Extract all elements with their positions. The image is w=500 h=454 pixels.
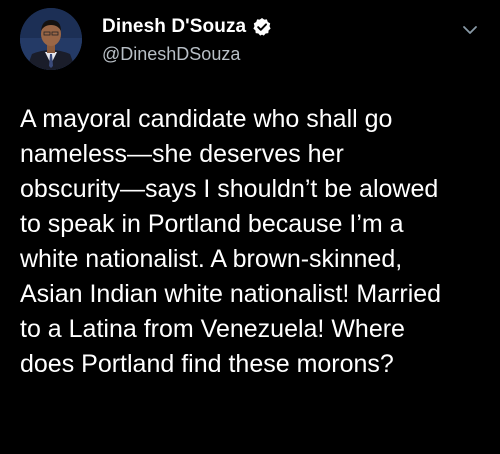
author-display-name[interactable]: Dinesh D'Souza <box>102 16 246 38</box>
tweet-text-line: white nationalist. A brown-skinned, <box>20 245 403 273</box>
tweet-text-line: to speak in Portland because I’m a <box>20 210 404 238</box>
tweet-header: Dinesh D'Souza @DineshDSouza <box>20 8 480 78</box>
chevron-down-icon[interactable] <box>460 20 480 40</box>
author-handle[interactable]: @DineshDSouza <box>102 44 272 65</box>
tweet-text-line: to a Latina from Venezuela! Where <box>20 315 405 343</box>
tweet-text-line: Asian Indian white nationalist! Married <box>20 280 442 308</box>
tweet-text-line: nameless—she deserves her <box>20 140 344 168</box>
avatar-image <box>20 8 82 70</box>
tweet-card: Dinesh D'Souza @DineshDSouza A mayoral c… <box>0 0 500 454</box>
tweet-text-line: obscurity—says I shouldn’t be alowed <box>20 175 439 203</box>
tweet-text-line: A mayoral candidate who shall go <box>20 105 393 133</box>
tweet-text-line: does Portland find these morons? <box>20 350 394 378</box>
avatar[interactable] <box>20 8 82 70</box>
author-name-row: Dinesh D'Souza <box>102 14 272 40</box>
verified-badge-icon <box>252 17 272 37</box>
tweet-text: A mayoral candidate who shall go nameles… <box>20 102 490 382</box>
author-info: Dinesh D'Souza @DineshDSouza <box>102 14 272 65</box>
